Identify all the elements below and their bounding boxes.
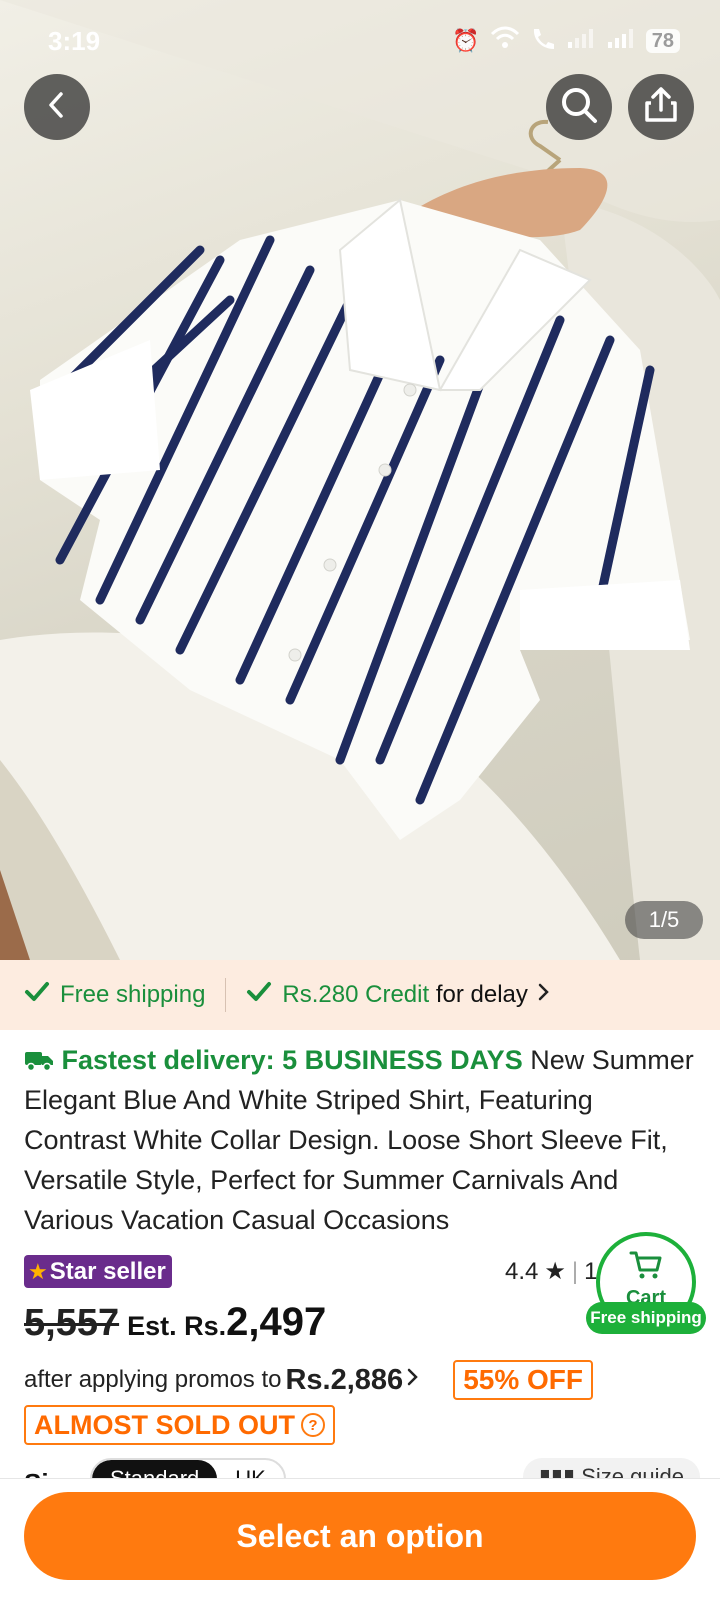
status-icons: ⏰ 78 xyxy=(452,26,680,56)
select-option-button[interactable]: Select an option xyxy=(24,1492,696,1580)
credit-suffix: for delay xyxy=(435,981,528,1008)
status-bar: 3:19 ⏰ 78 xyxy=(0,0,720,80)
check-icon xyxy=(246,981,272,1010)
alarm-icon: ⏰ xyxy=(452,28,480,53)
promo-price: Rs.2,886 xyxy=(285,1363,404,1396)
share-icon xyxy=(643,86,679,129)
free-shipping-label: Free shipping xyxy=(60,981,206,1008)
cart-icon xyxy=(629,1250,663,1285)
star-seller-label: Star seller xyxy=(49,1257,166,1285)
rating-value: 4.4 xyxy=(505,1257,539,1285)
truck-icon xyxy=(24,1045,62,1075)
chevron-right-icon xyxy=(407,1366,419,1394)
star-icon: ★ xyxy=(544,1258,566,1285)
cart-free-shipping-badge: Free shipping xyxy=(586,1302,706,1334)
question-icon: ? xyxy=(300,1413,325,1437)
promo-row[interactable]: after applying promos to Rs.2,886 55% OF… xyxy=(24,1360,593,1400)
star-icon: ★ xyxy=(28,1258,48,1284)
star-seller-badge: ★ Star seller xyxy=(24,1255,172,1288)
search-icon xyxy=(559,85,599,130)
fastest-delivery-label: Fastest delivery: 5 BUSINESS DAYS xyxy=(61,1045,523,1075)
image-counter: 1/5 xyxy=(625,901,703,939)
back-button[interactable] xyxy=(24,74,90,140)
search-button[interactable] xyxy=(546,74,612,140)
delay-credit-benefit[interactable]: Rs.280 Credit for delay xyxy=(246,981,549,1010)
est-price-prefix: Est. Rs. xyxy=(127,1311,227,1341)
price-row: 5,557 Est. Rs. 2,497 xyxy=(24,1300,326,1345)
original-price: 5,557 xyxy=(24,1302,120,1344)
check-icon xyxy=(24,981,50,1010)
bottom-action-bar: Select an option xyxy=(0,1478,720,1605)
promo-text: after applying promos to xyxy=(24,1366,282,1393)
share-button[interactable] xyxy=(628,74,694,140)
battery-indicator: 78 xyxy=(645,29,680,53)
chevron-right-icon xyxy=(538,981,550,1009)
signal-icon-2 xyxy=(606,26,636,56)
stock-status-badge[interactable]: ALMOST SOLD OUT ? xyxy=(24,1405,335,1445)
call-icon xyxy=(530,26,556,56)
free-shipping-benefit: Free shipping xyxy=(24,981,205,1010)
discount-badge: 55% OFF xyxy=(453,1360,593,1400)
product-title: Fastest delivery: 5 BUSINESS DAYS New Su… xyxy=(24,1040,700,1240)
product-photo xyxy=(0,0,720,960)
signal-icon xyxy=(566,26,596,56)
wifi-icon xyxy=(490,26,520,56)
chevron-left-icon xyxy=(42,90,72,125)
stock-status-label: ALMOST SOLD OUT xyxy=(34,1409,295,1440)
shipping-benefits-strip[interactable]: Free shipping Rs.280 Credit for delay xyxy=(0,960,720,1030)
product-rating[interactable]: 4.4 ★ | 1 xyxy=(505,1257,597,1286)
status-time: 3:19 xyxy=(48,26,101,56)
product-image-gallery[interactable]: 3:19 ⏰ 78 1/5 xyxy=(0,0,720,960)
current-price: 2,497 xyxy=(226,1300,327,1344)
divider xyxy=(225,978,227,1012)
rating-divider: | xyxy=(571,1257,579,1285)
credit-amount: Rs.280 Credit xyxy=(282,981,430,1008)
